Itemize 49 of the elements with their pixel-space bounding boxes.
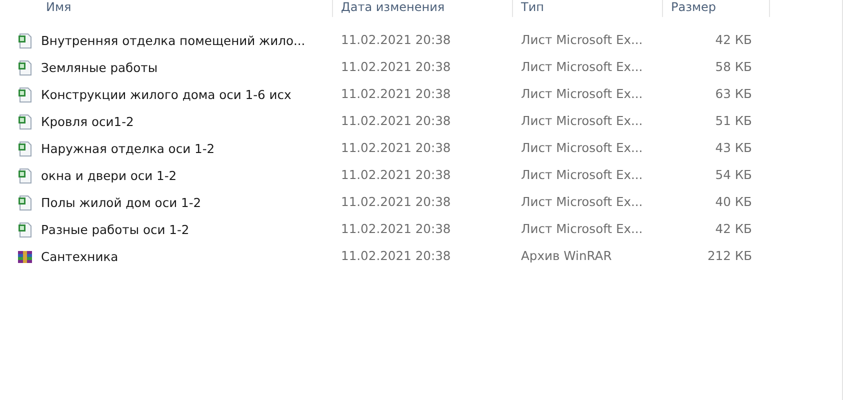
file-name[interactable]: Кровля оси1-2 [41, 114, 134, 128]
file-name[interactable]: Конструкции жилого дома оси 1-6 исх [41, 88, 292, 102]
spreadsheet-file-icon [17, 222, 33, 238]
file-name[interactable]: Сантехника [41, 250, 118, 264]
file-type: Лист Microsoft Ex... [521, 222, 643, 236]
modified-date: 11.02.2021 20:38 [341, 87, 451, 101]
modified-date: 11.02.2021 20:38 [341, 195, 451, 209]
file-type: Лист Microsoft Ex... [521, 114, 643, 128]
modified-date: 11.02.2021 20:38 [341, 249, 451, 263]
archive-icon [17, 248, 33, 264]
file-type: Лист Microsoft Ex... [521, 60, 643, 74]
modified-date: 11.02.2021 20:38 [341, 141, 451, 155]
spreadsheet-file-icon [17, 86, 33, 102]
file-size: 54 КБ [715, 168, 752, 182]
file-type: Лист Microsoft Ex... [521, 87, 643, 101]
file-name[interactable]: Разные работы оси 1-2 [41, 222, 190, 236]
modified-date: 11.02.2021 20:38 [341, 114, 451, 128]
file-size: 40 КБ [715, 195, 752, 209]
column-header[interactable]: Имя [46, 0, 72, 14]
file-size: 63 КБ [715, 87, 752, 101]
modified-date: 11.02.2021 20:38 [341, 222, 451, 236]
column-header[interactable]: Дата изменения [341, 0, 445, 14]
file-size: 42 КБ [715, 222, 752, 236]
file-size: 212 КБ [707, 249, 752, 263]
file-name[interactable]: Полы жилой дом оси 1-2 [41, 196, 202, 210]
file-size: 42 КБ [715, 33, 752, 47]
spreadsheet-file-icon [17, 114, 33, 130]
column-header[interactable]: Тип [521, 0, 544, 14]
file-type: Лист Microsoft Ex... [521, 168, 643, 182]
file-size: 58 КБ [715, 60, 752, 74]
spreadsheet-file-icon [17, 168, 33, 184]
spreadsheet-file-icon [17, 60, 33, 76]
spreadsheet-file-icon [17, 32, 33, 48]
file-size: 51 КБ [715, 114, 752, 128]
file-type: Лист Microsoft Ex... [521, 33, 643, 47]
column-header[interactable]: Размер [671, 0, 716, 14]
spreadsheet-file-icon [17, 194, 33, 210]
file-name[interactable]: Наружная отделка оси 1-2 [41, 142, 215, 156]
file-name[interactable]: окна и двери оси 1-2 [41, 168, 177, 182]
file-name[interactable]: Земляные работы [41, 60, 158, 74]
file-type: Лист Microsoft Ex... [521, 195, 643, 209]
file-size: 43 КБ [715, 141, 752, 155]
file-name[interactable]: Внутренняя отделка помещений жило... [41, 34, 306, 48]
modified-date: 11.02.2021 20:38 [341, 168, 451, 182]
spreadsheet-file-icon [17, 140, 33, 156]
file-type: Архив WinRAR [521, 249, 612, 263]
modified-date: 11.02.2021 20:38 [341, 60, 451, 74]
modified-date: 11.02.2021 20:38 [341, 33, 451, 47]
file-type: Лист Microsoft Ex... [521, 141, 643, 155]
